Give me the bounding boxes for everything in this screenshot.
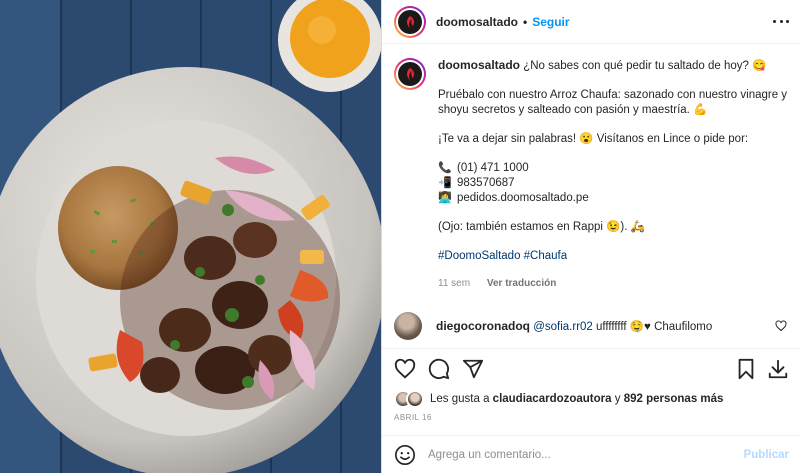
profile-logo-icon (407, 68, 414, 80)
web-icon: 👩‍💻 (438, 192, 452, 204)
profile-logo-icon (407, 15, 414, 28)
caption-phone: (01) 471 1000 (457, 162, 529, 174)
download-icon[interactable] (767, 358, 789, 380)
caption-paragraph-2: Pruébalo con nuestro Arroz Chaufa: sazon… (438, 89, 788, 116)
caption-username[interactable]: doomosaltado (438, 58, 520, 72)
header-separator: • (523, 14, 528, 29)
caption-line1: ¿No sabes con qué pedir tu saltado de ho… (523, 60, 767, 72)
comment-like-icon[interactable] (775, 320, 787, 332)
share-icon[interactable] (462, 358, 484, 380)
profile-avatar[interactable] (394, 5, 426, 38)
liker-avatar[interactable] (406, 390, 424, 408)
comment-username[interactable]: diegocoronadoq (436, 319, 530, 333)
post-date: ABRIL 16 (394, 413, 432, 422)
heart-icon[interactable] (394, 358, 416, 380)
header-username[interactable]: doomosaltado (436, 15, 518, 29)
food-photo-illustration (0, 0, 381, 473)
comment-body: uffffffff 🤤♥ Chaufilomo (596, 321, 713, 333)
likes-others[interactable]: 892 personas más (624, 393, 724, 405)
follow-button[interactable]: Seguir (532, 15, 569, 29)
caption-rappi: (Ojo: también estamos en Rappi 😉). 🛵 (438, 221, 645, 233)
comment-avatar[interactable] (394, 312, 422, 340)
mobile-icon: 📲 (438, 177, 452, 189)
save-icon[interactable] (735, 358, 757, 380)
likes-prefix: Les gusta a (430, 393, 490, 405)
publish-button[interactable]: Publicar (744, 449, 789, 461)
caption-text: doomosaltado ¿No sabes con qué pedir tu … (438, 58, 789, 300)
likes-user[interactable]: claudiacardozoautora (493, 393, 612, 405)
comment-mention[interactable]: @sofia.rr02 (533, 321, 593, 333)
emoji-icon[interactable] (394, 444, 416, 466)
caption-paragraph-3: ¡Te va a dejar sin palabras! 😮 Visítanos… (438, 133, 749, 145)
time-ago: 11 sem (438, 278, 471, 289)
likes-middle: y (614, 393, 621, 405)
add-comment-bar: Agrega un comentario... Publicar (382, 435, 800, 473)
caption-hashtags[interactable]: #DoomoSaltado #Chaufa (438, 249, 789, 264)
comment-icon[interactable] (428, 358, 450, 380)
caption-mobile: 983570687 (457, 177, 515, 189)
caption-meta: 11 sem Ver traducción (438, 276, 789, 291)
post-side-panel: doomosaltado • Seguir doomosaltado ¿No s… (381, 0, 800, 473)
more-options-icon[interactable] (773, 13, 789, 29)
see-translation-link[interactable]: Ver traducción (487, 278, 556, 289)
post-photo[interactable] (0, 0, 381, 473)
comment-item: diegocoronadoq @sofia.rr02 uffffffff 🤤♥ … (394, 312, 789, 340)
comment-text: diegocoronadoq @sofia.rr02 uffffffff 🤤♥ … (436, 319, 789, 333)
comment-input[interactable]: Agrega un comentario... (428, 449, 744, 461)
caption-web: pedidos.doomosaltado.pe (457, 192, 589, 204)
post-header: doomosaltado • Seguir (382, 0, 800, 44)
likes-summary: Les gusta a claudiacardozoautora y 892 p… (394, 390, 723, 408)
phone-icon: 📞 (438, 162, 452, 174)
action-bar (382, 348, 800, 388)
caption-avatar[interactable] (394, 58, 426, 90)
caption-section: doomosaltado ¿No sabes con qué pedir tu … (382, 44, 800, 300)
